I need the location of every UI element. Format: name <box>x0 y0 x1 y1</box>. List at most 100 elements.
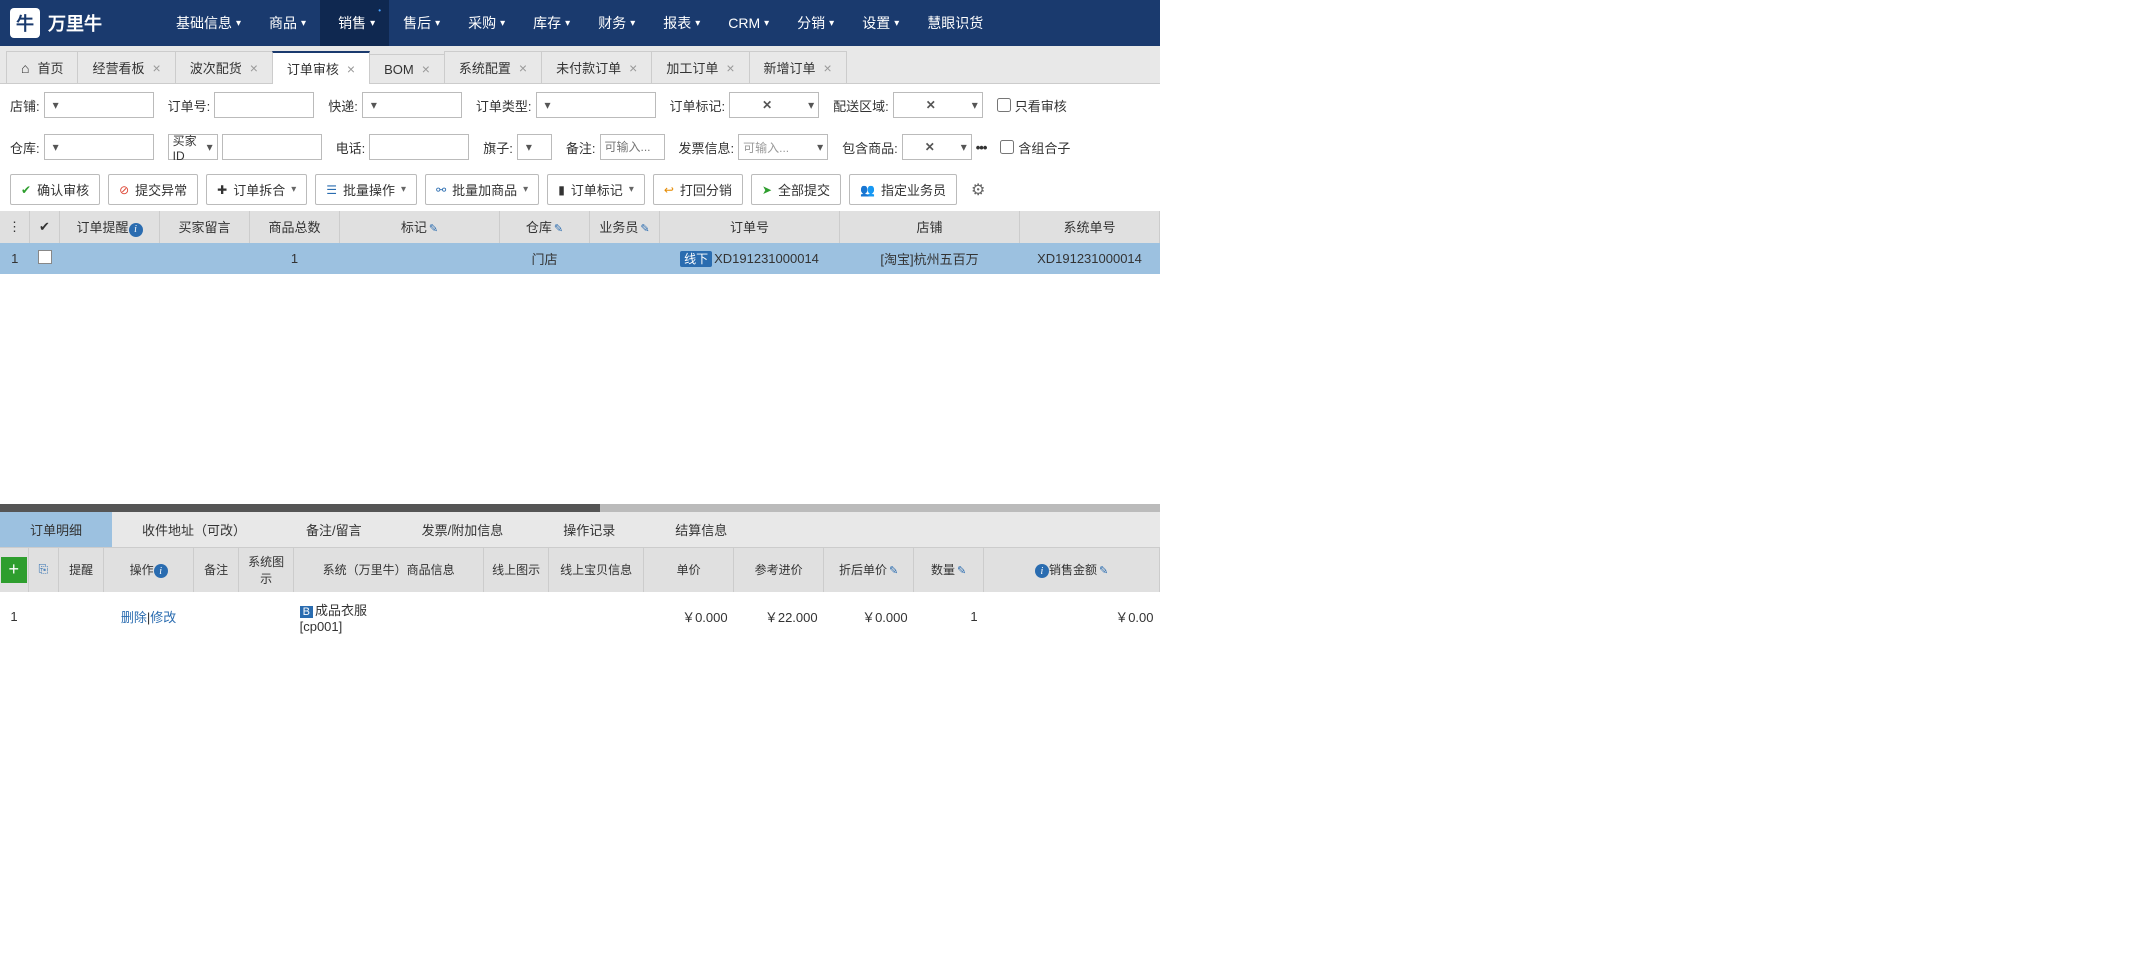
nav-item-设置[interactable]: 设置▾ <box>848 0 913 46</box>
phone-label: 电话: <box>336 138 366 157</box>
close-icon[interactable]: × <box>824 60 832 76</box>
close-icon[interactable]: × <box>153 60 161 76</box>
batch-add-goods-button[interactable]: ⚯批量加商品▾ <box>425 174 539 205</box>
flag-label: 旗子: <box>483 138 513 157</box>
flag-select[interactable] <box>517 134 552 160</box>
share-icon: ⚯ <box>436 183 446 197</box>
nav-item-报表[interactable]: 报表▾ <box>649 0 714 46</box>
detail-tab-3[interactable]: 发票/附加信息 <box>392 512 534 547</box>
clear-icon[interactable]: ✕ <box>926 98 936 112</box>
clear-icon[interactable]: ✕ <box>762 98 772 112</box>
nav-item-销售[interactable]: 销售▾ <box>320 0 389 46</box>
buyerid-input[interactable] <box>222 134 322 160</box>
row-index: 1 <box>0 243 30 274</box>
detail-row[interactable]: 1 删除|修改 B成品衣服[cp001] ￥0.000 ￥22.000 ￥0.0… <box>0 592 1160 642</box>
add-row-button[interactable]: + <box>1 557 27 583</box>
nav-item-商品[interactable]: 商品▾ <box>255 0 320 46</box>
edit-icon[interactable]: ✎ <box>1099 565 1108 577</box>
nav-item-CRM[interactable]: CRM▾ <box>714 0 783 46</box>
delete-link[interactable]: 删除 <box>121 610 147 625</box>
gear-icon[interactable]: ⚙ <box>971 180 985 200</box>
nav-item-财务[interactable]: 财务▾ <box>584 0 649 46</box>
close-icon[interactable]: × <box>726 60 734 76</box>
detail-tab-4[interactable]: 操作记录 <box>533 512 645 547</box>
tab-订单审核[interactable]: 订单审核× <box>272 51 370 84</box>
include-combo-checkbox[interactable] <box>1000 140 1014 154</box>
detail-tab-5[interactable]: 结算信息 <box>645 512 757 547</box>
includegoods-label: 包含商品: <box>842 138 898 157</box>
close-icon[interactable]: × <box>347 61 355 77</box>
tab-波次配货[interactable]: 波次配货× <box>175 51 273 83</box>
home-icon: ⌂ <box>21 60 29 76</box>
shop-select[interactable] <box>44 92 154 118</box>
express-label: 快递: <box>328 96 358 115</box>
remark-input[interactable] <box>600 134 665 160</box>
assign-salesman-button[interactable]: 👥指定业务员 <box>849 174 957 205</box>
info-icon[interactable]: i <box>1035 564 1049 578</box>
submit-abnormal-button[interactable]: ⊘提交异常 <box>108 174 198 205</box>
orderno-input[interactable] <box>214 92 314 118</box>
invoice-select[interactable]: 可输入... <box>738 134 828 160</box>
edit-icon[interactable]: ✎ <box>889 565 898 577</box>
buyerid-select[interactable]: 买家ID <box>168 134 218 160</box>
splitter[interactable] <box>0 504 1160 512</box>
express-select[interactable] <box>362 92 462 118</box>
nav-item-采购[interactable]: 采购▾ <box>454 0 519 46</box>
modify-link[interactable]: 修改 <box>150 610 176 625</box>
copy-icon[interactable]: ⎘ <box>35 562 53 576</box>
edit-icon[interactable]: ✎ <box>554 223 563 235</box>
tab-BOM[interactable]: BOM× <box>369 54 445 83</box>
return-dist-button[interactable]: ↩打回分销 <box>653 174 743 205</box>
edit-icon[interactable]: ✎ <box>957 565 966 577</box>
ordertype-select[interactable] <box>536 92 656 118</box>
cell-price: ￥0.000 <box>644 592 734 642</box>
tab-新增订单[interactable]: 新增订单× <box>749 51 847 83</box>
tab-未付款订单[interactable]: 未付款订单× <box>541 51 652 83</box>
tab-系统配置[interactable]: 系统配置× <box>444 51 542 83</box>
tab-经营看板[interactable]: 经营看板× <box>77 51 175 83</box>
detail-tab-0[interactable]: 订单明细 <box>0 512 112 547</box>
nav-item-分销[interactable]: 分销▾ <box>783 0 848 46</box>
row-checkbox[interactable] <box>38 250 52 264</box>
nav-item-基础信息[interactable]: 基础信息▾ <box>162 0 255 46</box>
order-split-button[interactable]: ✚订单拆合▾ <box>206 174 307 205</box>
includegoods-select[interactable]: ✕ <box>902 134 972 160</box>
invoice-label: 发票信息: <box>679 138 735 157</box>
batch-op-button[interactable]: ☰批量操作▾ <box>315 174 417 205</box>
close-icon[interactable]: × <box>519 60 527 76</box>
close-icon[interactable]: × <box>250 60 258 76</box>
close-icon[interactable]: × <box>629 60 637 76</box>
tab-首页[interactable]: ⌂首页 <box>6 51 78 83</box>
filter-row-2: 仓库: 买家ID 电话: 旗子: 备注: 发票信息:可输入... 包含商品:✕•… <box>0 126 1160 168</box>
nav-item-库存[interactable]: 库存▾ <box>519 0 584 46</box>
order-row[interactable]: 1 1 门店 线下XD191231000014 [淘宝]杭州五百万 XD1912… <box>0 243 1160 274</box>
submit-all-button[interactable]: ➤全部提交 <box>751 174 841 205</box>
menu-icon[interactable]: ⋮ <box>8 219 21 234</box>
detail-table-header: + ⎘ 提醒 操作i 备注 系统图示 系统（万里牛）商品信息 线上图示 线上宝贝… <box>0 548 1160 592</box>
only-audit-label: 只看审核 <box>1015 96 1067 115</box>
detail-tab-2[interactable]: 备注/留言 <box>276 512 392 547</box>
more-icon[interactable]: ••• <box>976 140 987 155</box>
info-icon[interactable]: i <box>129 223 143 237</box>
order-mark-button[interactable]: ▮订单标记▾ <box>547 174 645 205</box>
nav-item-慧眼识货[interactable]: 慧眼识货 <box>913 0 997 46</box>
warehouse-select[interactable] <box>44 134 154 160</box>
confirm-audit-button[interactable]: ✔确认审核 <box>10 174 100 205</box>
detail-tab-1[interactable]: 收件地址（可改） <box>112 512 276 547</box>
bookmark-icon: ▮ <box>558 183 565 197</box>
tab-加工订单[interactable]: 加工订单× <box>651 51 749 83</box>
clear-icon[interactable]: ✕ <box>925 140 935 154</box>
close-icon[interactable]: × <box>422 61 430 77</box>
action-toolbar: ✔确认审核 ⊘提交异常 ✚订单拆合▾ ☰批量操作▾ ⚯批量加商品▾ ▮订单标记▾… <box>0 168 1160 211</box>
nav-item-售后[interactable]: 售后▾ <box>389 0 454 46</box>
ordermark-select[interactable]: ✕ <box>729 92 819 118</box>
check-col-icon: ✔ <box>39 219 50 234</box>
deliveryarea-select[interactable]: ✕ <box>893 92 983 118</box>
logo: 牛 万里牛 <box>10 8 102 38</box>
edit-icon[interactable]: ✎ <box>429 223 438 235</box>
edit-icon[interactable]: ✎ <box>640 223 649 235</box>
only-audit-checkbox[interactable] <box>997 98 1011 112</box>
phone-input[interactable] <box>369 134 469 160</box>
info-icon[interactable]: i <box>154 564 168 578</box>
row-actions: 删除|修改 <box>104 592 194 642</box>
